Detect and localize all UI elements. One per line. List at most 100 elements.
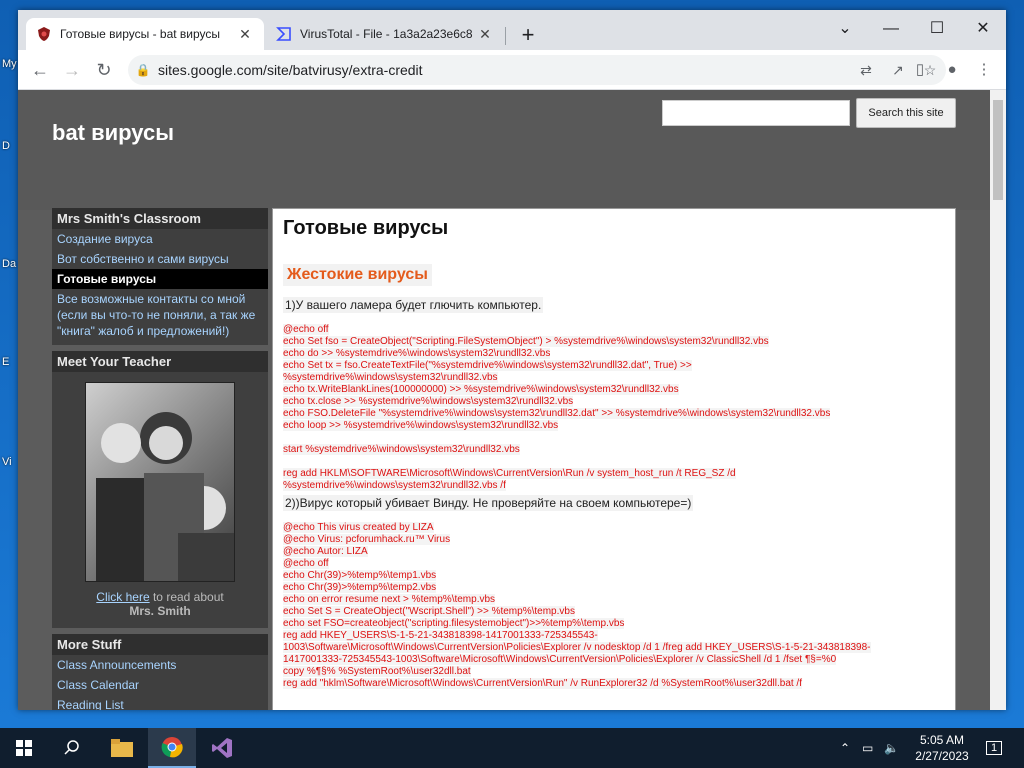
code-line: 1003\Software\Microsoft\Windows\CurrentV… bbox=[283, 642, 871, 653]
teacher-photo-image bbox=[96, 412, 234, 581]
code-line: echo do >> %systemdrive%\windows\system3… bbox=[283, 348, 551, 359]
code-line: @echo Autor: LIZA bbox=[283, 546, 368, 557]
side-panel-icon[interactable]: ▯ bbox=[906, 56, 934, 84]
site-header: bat вирусы Search this site bbox=[18, 90, 990, 210]
teacher-photo bbox=[85, 382, 235, 582]
chrome-icon[interactable] bbox=[148, 728, 196, 768]
show-hidden-icons-chevron[interactable]: ⌃ bbox=[840, 728, 850, 768]
menu-kebab-icon[interactable]: ⋮ bbox=[970, 56, 998, 84]
teacher-caption: Click here to read about Mrs. Smith bbox=[52, 590, 268, 624]
site-title[interactable]: bat вирусы bbox=[52, 120, 174, 146]
search-icon[interactable] bbox=[48, 728, 96, 768]
paragraph-1-text: 1)У вашего ламера будет глючить компьюте… bbox=[283, 297, 544, 313]
code-line: reg add HKLM\SOFTWARE\Microsoft\Windows\… bbox=[283, 468, 736, 479]
start-button[interactable] bbox=[0, 728, 48, 768]
main-content: Готовые вирусы Жестокие вирусы 1)У вашег… bbox=[272, 208, 956, 710]
desktop-icon-label[interactable]: Da bbox=[2, 258, 16, 270]
forward-arrow-icon[interactable]: → bbox=[58, 56, 86, 84]
file-explorer-icon[interactable] bbox=[98, 728, 146, 768]
tab-title: Готовые вирусы - bat вирусы bbox=[60, 27, 221, 41]
sidebar-item-announcements[interactable]: Class Announcements bbox=[52, 655, 268, 675]
code-line: %systemdrive%\windows\system32\rundll32.… bbox=[283, 372, 498, 383]
address-bar[interactable]: 🔒 sites.google.com/site/batvirusy/extra-… bbox=[128, 55, 946, 85]
site-search-input[interactable] bbox=[662, 100, 850, 126]
sidebar-item-ready-viruses[interactable]: Готовые вирусы bbox=[52, 269, 268, 289]
desktop-icon-label[interactable]: Vi bbox=[2, 456, 12, 468]
code-line: echo tx.close >> %systemdrive%\windows\s… bbox=[283, 396, 574, 407]
code-line: echo Set fso = CreateObject("Scripting.F… bbox=[283, 336, 769, 347]
profile-avatar-icon[interactable]: ● bbox=[938, 56, 966, 84]
close-tab-icon[interactable]: ✕ bbox=[476, 26, 494, 43]
url-text[interactable]: sites.google.com/site/batvirusy/extra-cr… bbox=[158, 62, 850, 78]
search-site-button[interactable]: Search this site bbox=[856, 98, 956, 128]
sidebar-item-viruses[interactable]: Вот собственно и сами вирусы bbox=[52, 249, 268, 269]
volume-icon[interactable]: 🔈 bbox=[884, 728, 899, 768]
code-line: echo Set S = CreateObject("Wscript.Shell… bbox=[283, 606, 575, 617]
page-scrollbar[interactable] bbox=[990, 90, 1006, 710]
translate-icon[interactable]: ⇄ bbox=[850, 62, 882, 79]
code-line: reg add HKEY_USERS\S-1-5-21-343818398-14… bbox=[283, 630, 598, 641]
tab-strip: Готовые вирусы - bat вирусы ✕ VirusTotal… bbox=[18, 10, 1006, 50]
code-line: %systemdrive%\windows\system32\rundll32.… bbox=[283, 480, 506, 491]
classroom-heading: Mrs Smith's Classroom bbox=[52, 208, 268, 229]
paragraph-1: 1)У вашего ламера будет глючить компьюте… bbox=[283, 297, 945, 313]
code-line: echo tx.WriteBlankLines(100000000) >> %s… bbox=[283, 384, 679, 395]
shield-virus-icon bbox=[38, 27, 50, 41]
tab-virustotal[interactable]: VirusTotal - File - 1a3a2a23e6c8 ✕ bbox=[266, 18, 504, 50]
maximize-button[interactable]: ☐ bbox=[914, 14, 960, 44]
code-line: echo loop >> %systemdrive%\windows\syste… bbox=[283, 420, 559, 431]
code-block-1: @echo off echo Set fso = CreateObject("Sc… bbox=[283, 324, 945, 492]
windows-logo-icon bbox=[16, 740, 32, 756]
browser-toolbar: ← → ↻ 🔒 sites.google.com/site/batvirusy/… bbox=[18, 50, 1006, 90]
notifications-icon[interactable]: 1 bbox=[986, 728, 1003, 768]
reload-icon[interactable]: ↻ bbox=[90, 56, 118, 84]
teacher-caption-text: to read about bbox=[149, 590, 224, 604]
teacher-heading: Meet Your Teacher bbox=[52, 351, 268, 372]
network-icon[interactable]: ▭ bbox=[862, 728, 873, 768]
paragraph-2-text: 2))Вирус который убивает Винду. Не прове… bbox=[283, 495, 694, 511]
read-about-teacher-link[interactable]: Click here bbox=[96, 590, 149, 604]
clock-date: 2/27/2023 bbox=[915, 749, 969, 763]
visual-studio-icon[interactable] bbox=[198, 728, 246, 768]
taskbar: ⌃ ▭ 🔈 5:05 AM 2/27/2023 1 bbox=[0, 728, 1024, 768]
code-block-2: @echo This virus created by LIZA @echo Vi… bbox=[283, 522, 945, 690]
paragraph-2: 2))Вирус который убивает Винду. Не прове… bbox=[283, 495, 945, 511]
close-window-button[interactable]: ✕ bbox=[960, 14, 1006, 44]
tab-search-button[interactable]: ⌄ bbox=[822, 14, 868, 44]
notification-count: 1 bbox=[986, 741, 1003, 755]
close-tab-icon[interactable]: ✕ bbox=[236, 26, 254, 43]
sidebar-item-contacts[interactable]: Все возможные контакты со мной (если вы … bbox=[52, 289, 268, 341]
code-line: start %systemdrive%\windows\system32\run… bbox=[283, 444, 520, 455]
desktop-icon-label[interactable]: E bbox=[2, 356, 9, 368]
sidebar-item-create-virus[interactable]: Создание вируса bbox=[52, 229, 268, 249]
classroom-nav: Mrs Smith's Classroom Создание вируса Во… bbox=[52, 208, 268, 345]
system-clock[interactable]: 5:05 AM 2/27/2023 bbox=[906, 732, 978, 764]
tab-bat-viruses[interactable]: Готовые вирусы - bat вирусы ✕ bbox=[26, 18, 264, 50]
code-line: echo Chr(39)>%temp%\temp2.vbs bbox=[283, 582, 437, 593]
sidebar-item-reading-list[interactable]: Reading List bbox=[52, 695, 268, 710]
lock-icon[interactable]: 🔒 bbox=[128, 63, 158, 77]
teacher-box: Meet Your Teacher Click here to read abo… bbox=[52, 351, 268, 628]
code-line: copy %¶§% %SystemRoot%\user32dll.bat bbox=[283, 666, 471, 677]
new-tab-button[interactable]: + bbox=[514, 22, 542, 50]
page-title: Готовые вирусы bbox=[283, 217, 449, 239]
desktop-icon-label[interactable]: D bbox=[2, 140, 10, 152]
code-line: @echo off bbox=[283, 324, 329, 335]
code-line: @echo This virus created by LIZA bbox=[283, 522, 434, 533]
back-arrow-icon[interactable]: ← bbox=[26, 56, 54, 84]
more-stuff-box: More Stuff Class Announcements Class Cal… bbox=[52, 634, 268, 710]
desktop-icon-label[interactable]: My bbox=[2, 58, 17, 70]
code-line: echo Set tx = fso.CreateTextFile("%syste… bbox=[283, 360, 692, 371]
minimize-button[interactable]: — bbox=[868, 14, 914, 44]
code-line: reg add "hklm\Software\Microsoft\Windows… bbox=[283, 678, 802, 689]
scrollbar-thumb[interactable] bbox=[993, 100, 1003, 200]
code-line: @echo Virus: pcforumhack.ru™ Virus bbox=[283, 534, 451, 545]
sidebar-item-calendar[interactable]: Class Calendar bbox=[52, 675, 268, 695]
virustotal-icon bbox=[276, 27, 291, 41]
teacher-name: Mrs. Smith bbox=[129, 604, 191, 618]
tab-title: VirusTotal - File - 1a3a2a23e6c8 bbox=[300, 27, 473, 41]
sidebar: Mrs Smith's Classroom Создание вируса Во… bbox=[52, 208, 268, 710]
code-line: echo set FSO=createobject("scripting.fil… bbox=[283, 618, 625, 629]
